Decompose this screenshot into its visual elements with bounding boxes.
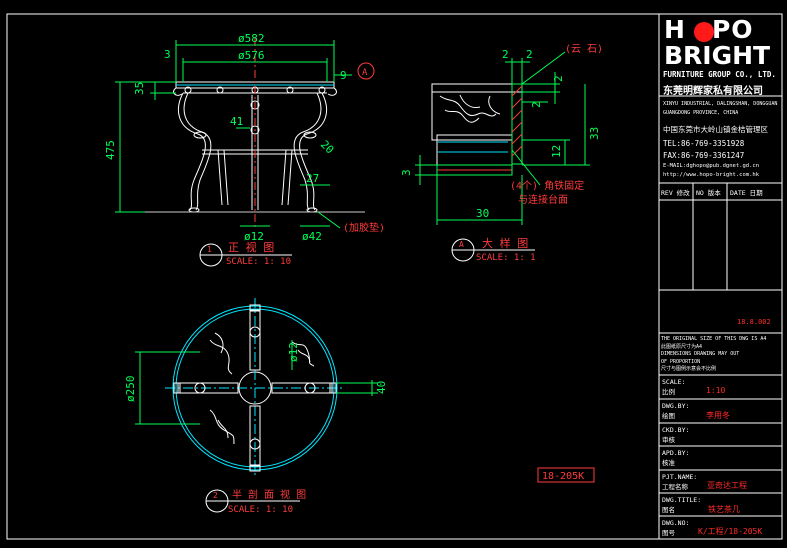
detail-dim-2b: 2: [526, 48, 533, 61]
field-drawn-by-value: 李用冬: [706, 411, 730, 420]
plan-view-scale: SCALE: 1: 10: [228, 505, 293, 515]
dwg-notice: THE ORIGINAL SIZE OF THIS DWG IS A4 此图纸原…: [661, 336, 766, 374]
detail-dim-12: 12: [550, 145, 563, 158]
front-view-scale: SCALE: 1: 10: [226, 257, 291, 267]
field-drawing-no: DWG.NO: 图号: [662, 519, 690, 537]
detail-dim-33: 33: [588, 127, 601, 140]
field-project-name-value: 亚奇达工程: [707, 481, 747, 490]
contact-tel: TEL:86-769-3351928: [663, 139, 745, 148]
detail-view: 2 2 2 2 33 12 3 30 (云 石) (4个) 角铁固定 与连接台面…: [400, 44, 603, 263]
brand-group: FURNITURE GROUP CO., LTD.: [663, 70, 776, 79]
notice-en-1: THE ORIGINAL SIZE OF THIS DWG IS A4: [661, 336, 767, 342]
address-en-2: GUANGDONG PROVINCE, CHINA: [663, 110, 739, 116]
dim-576: ø576: [238, 49, 265, 62]
dim-20: 20: [318, 138, 337, 157]
contact-email: E-MAIL:dghopo@pub.dgnet.gd.cn: [663, 163, 760, 169]
address-en-1: XINYU INDUSTRIAL, DALINGSHAN, DONGGUAN: [663, 101, 778, 107]
note-connect-top: 与连接台面: [518, 193, 568, 206]
field-scale: SCALE: 比例: [662, 378, 686, 396]
note-angle-iron: (4个) 角铁固定: [510, 179, 584, 192]
notice-cn-1: 此图纸原尺寸为A4: [661, 343, 703, 350]
detail-bubble: A: [362, 68, 368, 78]
front-view-title: 正 视 图: [228, 240, 274, 254]
brand-bright: BRIGHT: [664, 41, 771, 70]
plan-dim-12: ø12: [287, 342, 300, 362]
brand-cn-name: 东莞明辉家私有限公司: [663, 86, 763, 97]
dim-9: 9: [340, 69, 347, 82]
field-drawing-title: DWG.TITLE: 图名: [662, 496, 702, 514]
dim-d42: ø42: [302, 230, 322, 243]
field-drawn-by: DWG.BY: 绘图: [662, 402, 690, 420]
contact-fax: FAX:86-769-3361247: [663, 151, 745, 160]
note-marble: (云 石): [565, 44, 603, 55]
address-cn: 中国东莞市大岭山镇金桔管理区: [663, 125, 768, 134]
detail-dim-2d: 2: [530, 101, 543, 108]
notice-en-2: DIMENSIONS DRAWING MAY OUT: [661, 351, 740, 357]
view-number-front: 1: [207, 245, 212, 254]
brand-hopo: H PO: [664, 15, 754, 44]
revision-date: 18.8.002: [737, 318, 771, 326]
code-box-text: 18-205K: [542, 471, 584, 482]
rev-header-date: DATE 日期: [730, 189, 763, 197]
field-project-name: PJT.NAME: 工程名称: [662, 473, 698, 491]
field-scale-value: 1:10: [706, 386, 726, 395]
detail-view-scale: SCALE: 1: 1: [476, 253, 536, 263]
field-approved-by: APD.BY: 核准: [662, 449, 690, 467]
view-number-detail: A: [459, 240, 464, 249]
notice-en-3: OF PROPORTION: [661, 358, 701, 365]
field-drawing-title-value: 铁艺茶几: [708, 505, 740, 514]
detail-dim-3: 3: [400, 169, 413, 176]
dim-3: 3: [164, 48, 171, 61]
plan-view-title: 半 剖 面 视 图: [232, 488, 306, 501]
dim-41: 41: [230, 115, 243, 128]
contact-web: http://www.hopo-bright.com.hk: [663, 172, 760, 178]
note-rubber-pad: (加胶垫): [343, 221, 385, 234]
detail-dim-30: 30: [476, 207, 489, 220]
field-drawing-no-value: K/工程/18-205K: [698, 527, 763, 536]
dim-475: 475: [104, 140, 117, 160]
rev-header-no: NO 版本: [696, 189, 721, 197]
field-checked-by: CKD.BY: 审核: [662, 426, 690, 444]
notice-cn-2: 尺寸与图例示意会不比例: [661, 366, 717, 372]
detail-dim-2c: 2: [552, 75, 565, 82]
plan-view: ø250 ø12 40 18-205K 2 半 剖 面 视 图 SCALE: 1…: [124, 298, 595, 515]
plan-dim-250: ø250: [124, 376, 137, 403]
front-view: ø582 ø576 3 9 35 475 41 20 27 ø12 ø42 A …: [104, 32, 385, 267]
view-number-plan: 2: [213, 491, 218, 500]
detail-dim-2a: 2: [502, 48, 509, 61]
dim-35: 35: [133, 82, 146, 95]
rev-header-rev: REV 修改: [661, 189, 690, 197]
plan-dim-40: 40: [375, 381, 388, 394]
dim-27: 27: [306, 172, 319, 185]
detail-view-title: 大 样 图: [482, 236, 528, 250]
dim-582: ø582: [238, 32, 265, 45]
